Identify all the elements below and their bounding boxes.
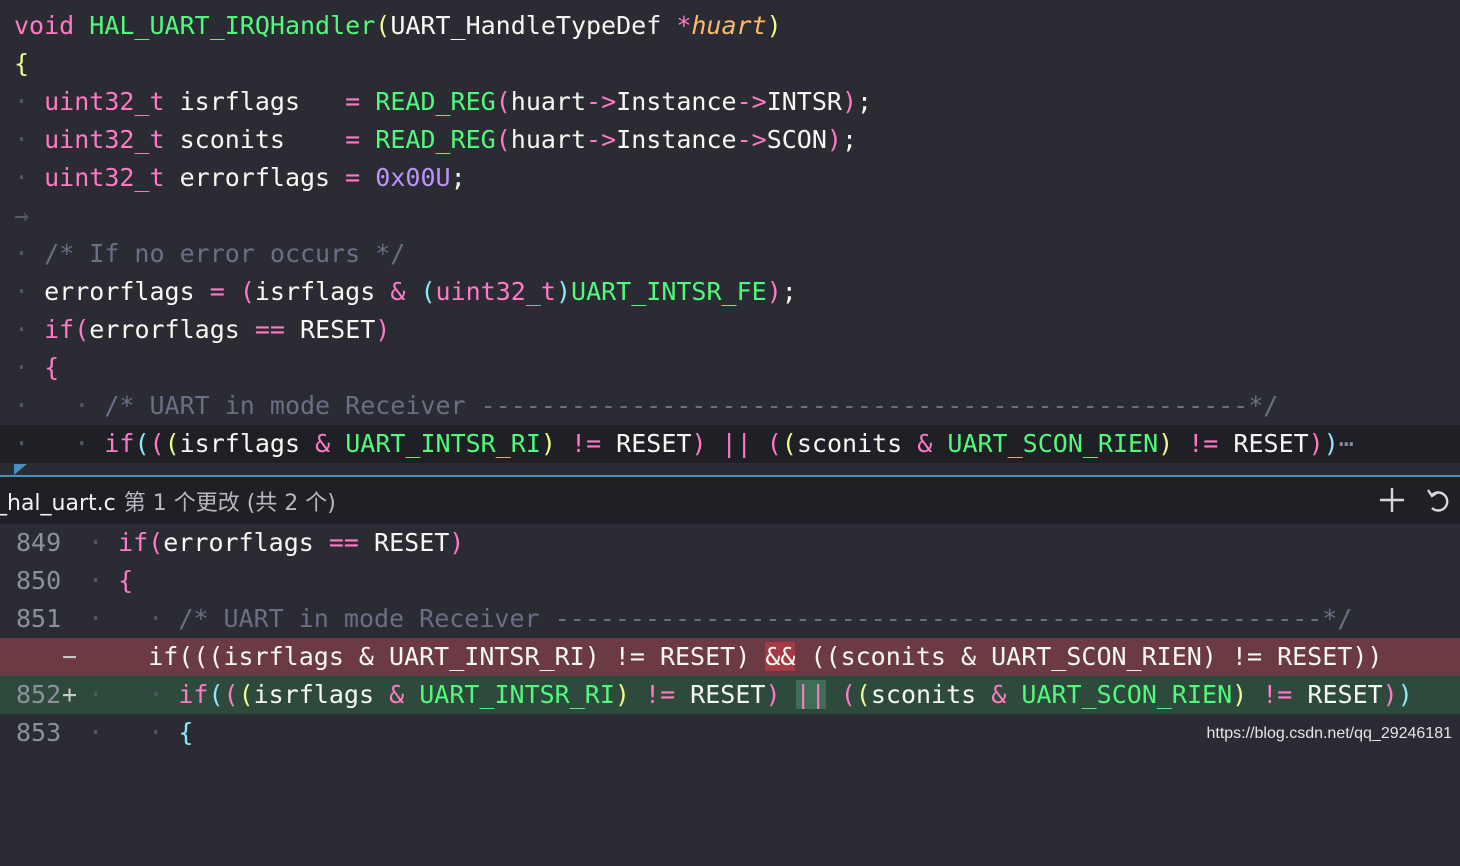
code-line[interactable]: · uint32_t isrflags = READ_REG(huart->In… (0, 83, 1460, 121)
peek-change-desc: 第 1 个更改 (共 2 个) (123, 491, 336, 516)
line-number: 850 (16, 566, 62, 595)
diff-line[interactable]: 851 · · /* UART in mode Receiver -------… (0, 600, 1460, 638)
diff-add-marker: + (62, 680, 78, 709)
diff-view[interactable]: 849 · if(errorflags == RESET) 850 · { 85… (0, 524, 1460, 751)
code-line-current[interactable]: · · if(((isrflags & UART_INTSR_RI) != RE… (0, 425, 1460, 463)
code-line[interactable]: · uint32_t errorflags = 0x00U; (0, 159, 1460, 197)
peek-title: _hal_uart.c 第 1 个更改 (共 2 个) (0, 485, 336, 517)
code-comment: /* If no error occurs */ (44, 239, 406, 268)
code-line[interactable]: → (0, 197, 1460, 235)
code-line[interactable]: · uint32_t sconits = READ_REG(huart->Ins… (0, 121, 1460, 159)
diff-line[interactable]: 849 · if(errorflags == RESET) (0, 524, 1460, 562)
line-number: 849 (16, 528, 62, 557)
code-line[interactable]: { (0, 45, 1460, 83)
code-line[interactable]: · if(errorflags == RESET) (0, 311, 1460, 349)
changed-operator: || (795, 680, 826, 709)
tab-arrow-icon: → (14, 201, 30, 230)
line-number: 852 (16, 680, 62, 709)
plus-icon[interactable] (1375, 483, 1409, 517)
diff-line-added[interactable]: 852 + · · if(((isrflags & UART_INTSR_RI)… (0, 676, 1460, 714)
changed-operator: && (765, 642, 796, 671)
code-line[interactable]: · errorflags = (isrflags & (uint32_t)UAR… (0, 273, 1460, 311)
peek-file-name[interactable]: _hal_uart.c (0, 491, 116, 516)
watermark: https://blog.csdn.net/qq_29246181 (1206, 725, 1452, 742)
peek-header: _hal_uart.c 第 1 个更改 (共 2 个) (0, 475, 1460, 524)
code-line[interactable]: · /* If no error occurs */ (0, 235, 1460, 273)
diff-remove-marker: − (62, 642, 78, 671)
line-number: 853 (16, 718, 62, 747)
code-comment: /* UART in mode Receiver ---------------… (178, 604, 1353, 633)
diff-line[interactable]: 850 · { (0, 562, 1460, 600)
diff-line-deleted[interactable]: − if(((isrflags & UART_INTSR_RI) != RESE… (0, 638, 1460, 676)
line-number: 851 (16, 604, 62, 633)
peek-pointer (14, 464, 27, 475)
code-editor[interactable]: void HAL_UART_IRQHandler(UART_HandleType… (0, 0, 1460, 475)
code-line[interactable]: · · /* UART in mode Receiver -----------… (0, 387, 1460, 425)
code-comment: /* UART in mode Receiver ---------------… (104, 391, 1279, 420)
code-line[interactable]: · { (0, 349, 1460, 387)
fold-ellipsis[interactable]: ⋯ (1339, 429, 1354, 458)
code-line[interactable]: void HAL_UART_IRQHandler(UART_HandleType… (0, 7, 1460, 45)
revert-icon[interactable] (1421, 483, 1455, 517)
